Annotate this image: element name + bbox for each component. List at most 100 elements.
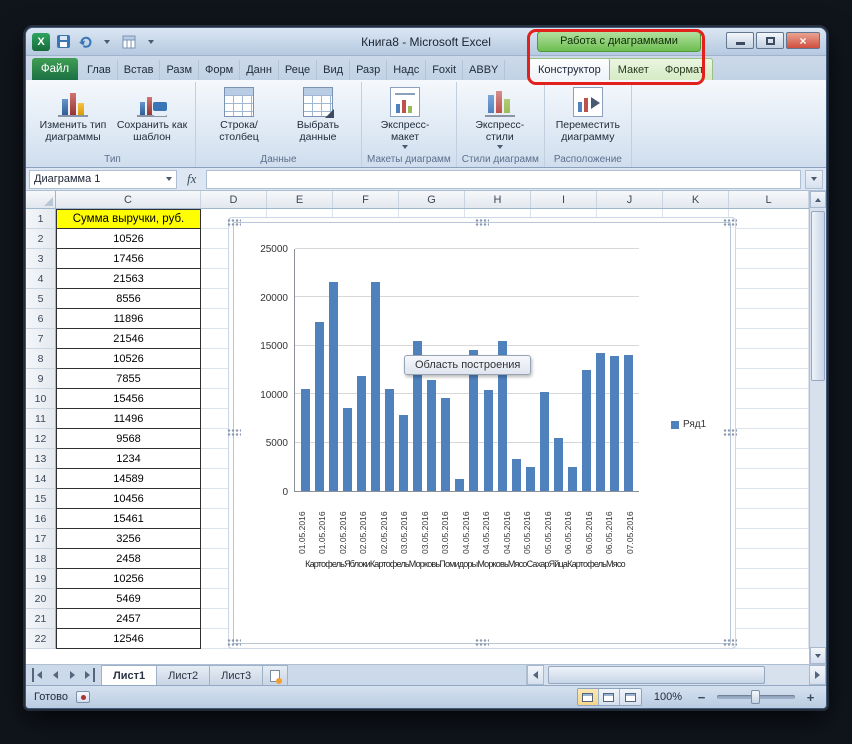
cell-C1[interactable]: Сумма выручки, руб. [56,209,201,229]
first-sheet-button[interactable] [32,668,44,682]
column-header-D[interactable]: D [201,191,267,208]
vertical-scrollbar[interactable] [809,191,826,664]
cell-L17[interactable] [729,529,809,549]
cell-L16[interactable] [729,509,809,529]
chart-resize-handle[interactable] [723,219,737,228]
cell-L21[interactable] [729,609,809,629]
cell-L11[interactable] [729,409,809,429]
formula-input[interactable] [206,170,801,189]
fx-icon[interactable]: fx [181,171,202,187]
cell-L13[interactable] [729,449,809,469]
row-header-4[interactable]: 4 [26,269,56,289]
cell-C9[interactable]: 7855 [56,369,201,389]
ribbon-tab-4[interactable]: Данн [240,60,279,80]
row-header-5[interactable]: 5 [26,289,56,309]
cell-L20[interactable] [729,589,809,609]
cell-L2[interactable] [729,229,809,249]
row-header-7[interactable]: 7 [26,329,56,349]
column-header-I[interactable]: I [531,191,597,208]
button-quick-styles[interactable]: Экспресс-стили [462,84,538,150]
ribbon-tab-6[interactable]: Вид [317,60,350,80]
row-header-15[interactable]: 15 [26,489,56,509]
cell-C17[interactable]: 3256 [56,529,201,549]
cell-C4[interactable]: 21563 [56,269,201,289]
ribbon-tab-8[interactable]: Надс [387,60,426,80]
row-header-21[interactable]: 21 [26,609,56,629]
contextual-tab-0[interactable]: Конструктор [529,59,610,80]
button-quick-layout[interactable]: Экспресс-макет [367,84,443,150]
cell-C12[interactable]: 9568 [56,429,201,449]
button-move-chart[interactable]: Переместить диаграмму [550,84,626,144]
page-layout-view-button[interactable] [599,689,620,705]
ribbon-tab-3[interactable]: Форм [199,60,240,80]
cell-L8[interactable] [729,349,809,369]
cell-C13[interactable]: 1234 [56,449,201,469]
zoom-level[interactable]: 100% [650,691,686,703]
button-change-chart-type[interactable]: Изменить тип диаграммы [35,84,111,144]
cell-L22[interactable] [729,629,809,649]
name-box[interactable]: Диаграмма 1 [29,170,177,189]
row-header-19[interactable]: 19 [26,569,56,589]
chart-resize-handle[interactable] [475,219,489,228]
cell-C14[interactable]: 14589 [56,469,201,489]
cell-L10[interactable] [729,389,809,409]
contextual-tab-1[interactable]: Макет [610,59,657,80]
button-switch-row-column[interactable]: Строка/столбец [201,84,277,144]
scroll-up-button[interactable] [810,191,826,208]
row-header-8[interactable]: 8 [26,349,56,369]
ribbon-tab-9[interactable]: Foxit [426,60,463,80]
row-header-20[interactable]: 20 [26,589,56,609]
cell-C21[interactable]: 2457 [56,609,201,629]
chart-resize-handle[interactable] [475,639,489,648]
vertical-scroll-thumb[interactable] [811,211,825,381]
qat-customize-icon[interactable] [142,33,160,51]
ribbon-tab-5[interactable]: Реце [279,60,317,80]
zoom-in-button[interactable]: + [803,690,818,705]
close-button[interactable]: × [786,32,820,49]
row-header-9[interactable]: 9 [26,369,56,389]
minimize-button[interactable] [726,32,754,49]
tab-file[interactable]: Файл [32,58,78,80]
cell-C11[interactable]: 11496 [56,409,201,429]
horizontal-scrollbar[interactable] [526,665,826,685]
scroll-left-button[interactable] [527,665,544,685]
column-header-E[interactable]: E [267,191,333,208]
zoom-slider[interactable] [717,695,795,699]
formula-bar-expand-button[interactable] [805,170,823,189]
chart-legend[interactable]: Ряд1 [671,419,706,430]
row-header-6[interactable]: 6 [26,309,56,329]
qat-table-icon[interactable] [120,33,138,51]
previous-sheet-button[interactable] [49,668,61,682]
row-header-11[interactable]: 11 [26,409,56,429]
cell-C10[interactable]: 15456 [56,389,201,409]
cell-L18[interactable] [729,549,809,569]
column-header-F[interactable]: F [333,191,399,208]
scroll-right-button[interactable] [809,665,826,685]
excel-app-icon[interactable]: X [32,33,50,51]
cell-L9[interactable] [729,369,809,389]
ribbon-tab-10[interactable]: ABBY [463,60,505,80]
row-header-14[interactable]: 14 [26,469,56,489]
zoom-out-button[interactable]: − [694,690,709,705]
name-box-dropdown-icon[interactable] [166,177,172,181]
row-header-10[interactable]: 10 [26,389,56,409]
chart-resize-handle[interactable] [723,639,737,648]
last-sheet-button[interactable] [83,668,95,682]
column-header-H[interactable]: H [465,191,531,208]
row-header-2[interactable]: 2 [26,229,56,249]
zoom-slider-thumb[interactable] [751,690,760,704]
cell-C19[interactable]: 10256 [56,569,201,589]
cell-C18[interactable]: 2458 [56,549,201,569]
horizontal-scroll-track[interactable] [544,665,809,685]
redo-dropdown-icon[interactable] [98,33,116,51]
cell-C8[interactable]: 10526 [56,349,201,369]
cell-C22[interactable]: 12546 [56,629,201,649]
row-header-1[interactable]: 1 [26,209,56,229]
save-icon[interactable] [54,33,72,51]
cell-L4[interactable] [729,269,809,289]
column-header-K[interactable]: K [663,191,729,208]
chart-resize-handle[interactable] [227,429,241,438]
cell-L19[interactable] [729,569,809,589]
row-header-22[interactable]: 22 [26,629,56,649]
undo-icon[interactable] [76,33,94,51]
